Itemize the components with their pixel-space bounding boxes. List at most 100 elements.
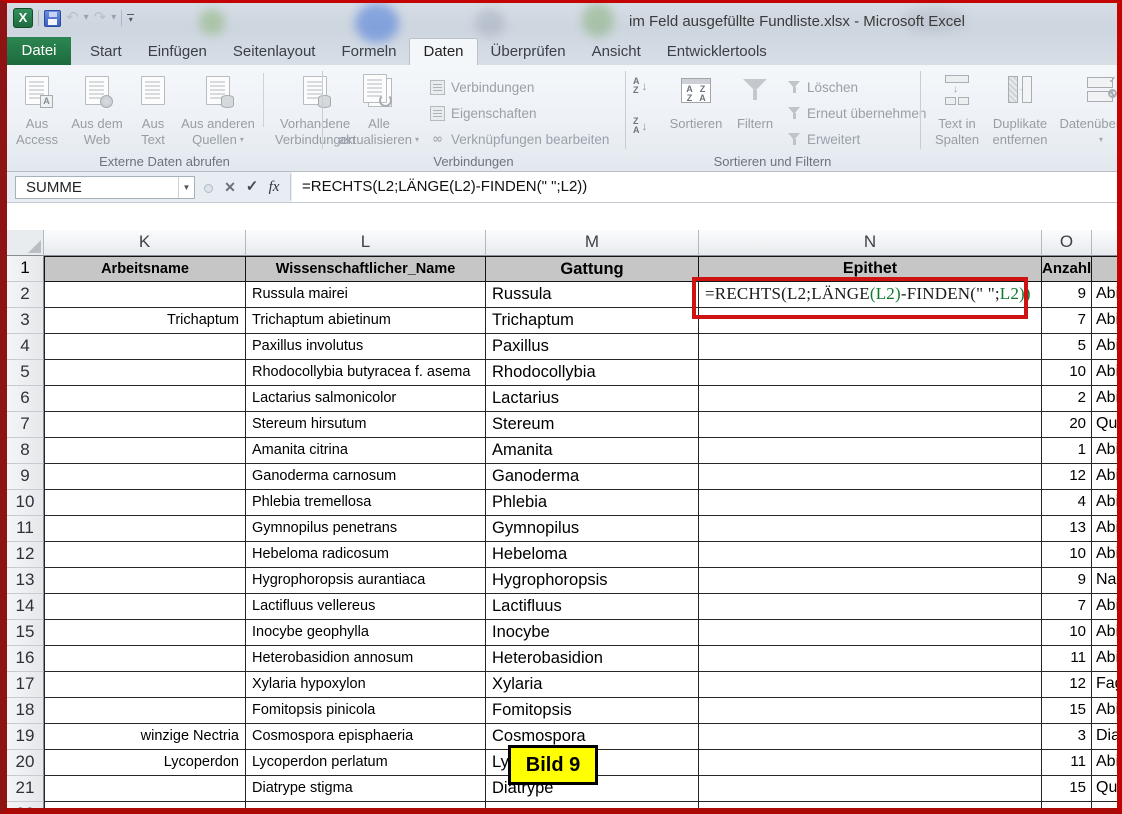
cell-gattung[interactable]: Stereum [486, 412, 699, 438]
cell-partial[interactable]: Fagu [1092, 672, 1117, 698]
cell-epithet[interactable] [699, 568, 1042, 594]
cell-wissenschaftlicher-name[interactable]: Fomitopsis pinicola [246, 698, 486, 724]
header-anzahl[interactable]: Anzahl [1042, 256, 1092, 282]
tab-ansicht[interactable]: Ansicht [579, 39, 654, 65]
cell-partial[interactable]: Abie [1092, 386, 1117, 412]
row-number[interactable]: 19 [7, 724, 44, 750]
cell-arbeitsname[interactable] [44, 490, 246, 516]
cell-gattung[interactable]: Xylaria [486, 672, 699, 698]
row-number[interactable]: 21 [7, 776, 44, 802]
cell-gattung[interactable]: Hygrophoropsis [486, 568, 699, 594]
row-number[interactable]: 20 [7, 750, 44, 776]
undo-icon[interactable]: ↶ [66, 8, 79, 28]
loeschen-button[interactable]: Löschen [787, 78, 926, 96]
cell-wissenschaftlicher-name[interactable]: Rhodocollybia butyracea f. asema [246, 360, 486, 386]
cell-partial[interactable]: Abie [1092, 308, 1117, 334]
cell-arbeitsname[interactable] [44, 464, 246, 490]
name-box-dropdown-icon[interactable]: ▼ [178, 177, 194, 198]
tab-daten[interactable]: Daten [409, 38, 477, 65]
cell-anzahl[interactable]: 15 [1042, 776, 1092, 802]
cell-partial[interactable]: Nade [1092, 568, 1117, 594]
cell-anzahl[interactable]: 5 [1042, 334, 1092, 360]
header-wissenschaftlicher-name[interactable]: Wissenschaftlicher_Name [246, 256, 486, 282]
cell-epithet[interactable] [699, 360, 1042, 386]
cell-partial[interactable]: Abie [1092, 542, 1117, 568]
column-header-l[interactable]: L [246, 230, 486, 256]
cell-partial[interactable]: Abie [1092, 282, 1117, 308]
column-header-k[interactable]: K [44, 230, 246, 256]
cell-arbeitsname[interactable] [44, 542, 246, 568]
cell-partial[interactable]: Abie [1092, 360, 1117, 386]
row-number[interactable]: 22 [7, 802, 44, 808]
header-partial[interactable] [1092, 256, 1117, 282]
cell-anzahl[interactable]: 10 [1042, 542, 1092, 568]
cell[interactable] [1042, 802, 1092, 808]
cell-anzahl[interactable]: 2 [1042, 386, 1092, 412]
cell[interactable] [44, 802, 246, 808]
cell-wissenschaftlicher-name[interactable]: Lactarius salmonicolor [246, 386, 486, 412]
cell-partial[interactable]: Abie [1092, 620, 1117, 646]
cell-wissenschaftlicher-name[interactable]: Hebeloma radicosum [246, 542, 486, 568]
cell-anzahl[interactable]: 9 [1042, 568, 1092, 594]
cell-arbeitsname[interactable] [44, 672, 246, 698]
cell-epithet[interactable] [699, 594, 1042, 620]
cell-anzahl[interactable]: 3 [1042, 724, 1092, 750]
redo-icon[interactable]: ↷ [94, 8, 107, 28]
erneut-uebernehmen-button[interactable]: Erneut übernehmen [787, 104, 926, 122]
cell-wissenschaftlicher-name[interactable]: Russula mairei [246, 282, 486, 308]
cell-wissenschaftlicher-name[interactable]: Paxillus involutus [246, 334, 486, 360]
tab-einfuegen[interactable]: Einfügen [135, 39, 220, 65]
column-header-o[interactable]: O [1042, 230, 1092, 256]
cell-anzahl[interactable]: 4 [1042, 490, 1092, 516]
cell-arbeitsname[interactable] [44, 282, 246, 308]
cell-epithet[interactable] [699, 672, 1042, 698]
cell-anzahl[interactable]: 12 [1042, 464, 1092, 490]
cell-wissenschaftlicher-name[interactable]: Stereum hirsutum [246, 412, 486, 438]
verknuepfungen-bearbeiten-button[interactable]: ∞ Verknüpfungen bearbeiten [430, 130, 609, 148]
name-box[interactable]: SUMME ▼ [15, 176, 195, 199]
cell-epithet[interactable] [699, 724, 1042, 750]
cell-arbeitsname[interactable] [44, 776, 246, 802]
cell-wissenschaftlicher-name[interactable]: Diatrype stigma [246, 776, 486, 802]
row-number[interactable]: 14 [7, 594, 44, 620]
cell-partial[interactable]: Abie [1092, 490, 1117, 516]
cell-epithet[interactable] [699, 646, 1042, 672]
row-number[interactable]: 2 [7, 282, 44, 308]
cell-partial[interactable]: Diatr [1092, 724, 1117, 750]
cell-arbeitsname[interactable] [44, 412, 246, 438]
save-icon[interactable] [44, 10, 61, 27]
cell-gattung[interactable]: Rhodocollybia [486, 360, 699, 386]
cell-anzahl[interactable]: 9 [1042, 282, 1092, 308]
cell-gattung[interactable]: Phlebia [486, 490, 699, 516]
enter-icon[interactable]: ✓ [241, 174, 263, 200]
cell-wissenschaftlicher-name[interactable]: Hygrophoropsis aurantiaca [246, 568, 486, 594]
row-number[interactable]: 5 [7, 360, 44, 386]
cell-anzahl[interactable]: 20 [1042, 412, 1092, 438]
cell-gattung[interactable]: Trichaptum [486, 308, 699, 334]
cell-anzahl[interactable]: 1 [1042, 438, 1092, 464]
cell-wissenschaftlicher-name[interactable]: Phlebia tremellosa [246, 490, 486, 516]
cell-epithet[interactable] [699, 698, 1042, 724]
cell-gattung[interactable]: Amanita [486, 438, 699, 464]
alle-aktualisieren-button[interactable]: Alle aktualisieren▾ [336, 69, 422, 148]
column-header-m[interactable]: M [486, 230, 699, 256]
cell-gattung[interactable]: Heterobasidion [486, 646, 699, 672]
cell-wissenschaftlicher-name[interactable]: Ganoderma carnosum [246, 464, 486, 490]
cell-epithet[interactable] [699, 516, 1042, 542]
cell-anzahl[interactable]: 13 [1042, 516, 1092, 542]
aus-anderen-quellen-button[interactable]: Aus anderen Quellen▾ [177, 69, 259, 148]
cell[interactable] [486, 802, 699, 808]
cell-wissenschaftlicher-name[interactable]: Lactifluus vellereus [246, 594, 486, 620]
cell-partial[interactable]: Abie [1092, 516, 1117, 542]
cell-gattung[interactable]: Lactarius [486, 386, 699, 412]
column-header-partial[interactable] [1092, 230, 1117, 256]
select-all-corner[interactable] [7, 230, 44, 256]
tab-datei[interactable]: Datei [7, 37, 71, 65]
tab-start[interactable]: Start [77, 39, 135, 65]
cell-wissenschaftlicher-name[interactable]: Cosmospora episphaeria [246, 724, 486, 750]
duplikate-entfernen-button[interactable]: → Duplikate entfernen [988, 69, 1052, 148]
cell-partial[interactable]: Abie [1092, 438, 1117, 464]
excel-logo-icon[interactable]: X [13, 8, 33, 28]
tab-entwicklertools[interactable]: Entwicklertools [654, 39, 780, 65]
cell-epithet[interactable] [699, 490, 1042, 516]
